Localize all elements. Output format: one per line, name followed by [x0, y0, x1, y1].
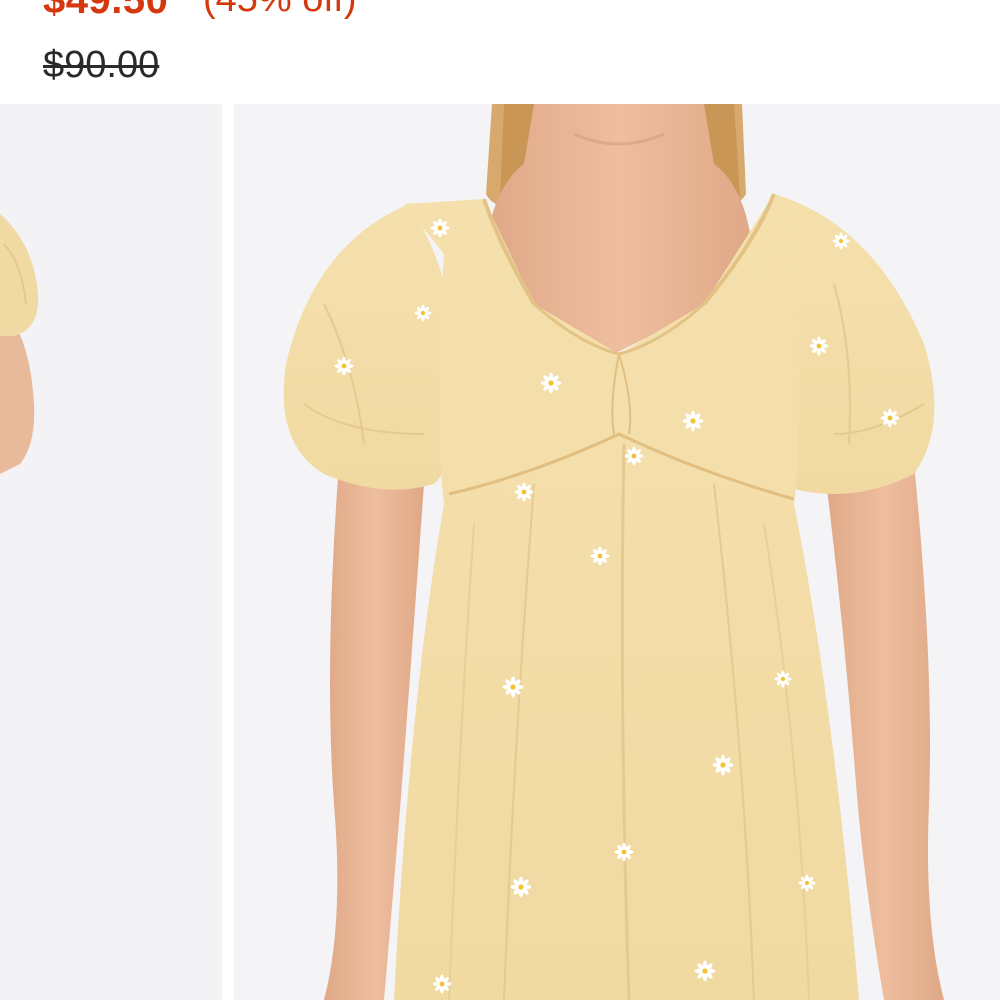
original-price: $90.00 [43, 44, 160, 86]
dress-photo-thumbnail [0, 104, 222, 1000]
sale-price: $49.50 [43, 0, 169, 22]
price-block: $49.50 (45% off) $90.00 [0, 0, 1000, 104]
dress-photo-icon [234, 104, 1000, 1000]
product-gallery [0, 104, 1000, 1000]
gallery-thumbnail[interactable] [0, 104, 222, 1000]
discount-label: (45% off) [203, 0, 356, 21]
main-product-image[interactable] [234, 104, 1000, 1000]
